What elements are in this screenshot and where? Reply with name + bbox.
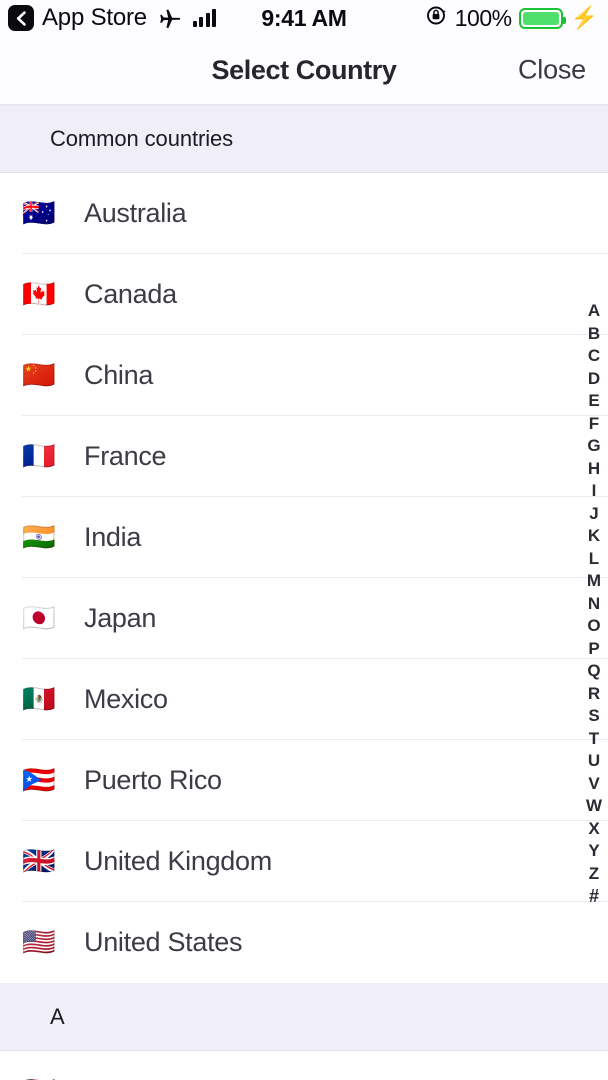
country-name: Puerto Rico [84,765,222,795]
airplane-mode-icon [157,7,181,29]
back-app-label[interactable]: App Store [42,4,147,32]
status-bar-right: 100% ⚡ [425,4,598,32]
list-item[interactable]: 🇬🇧 United Kingdom [0,821,608,902]
alpha-index-u[interactable]: U [580,750,608,773]
alpha-index-w[interactable]: W [580,795,608,818]
flag-japan: 🇯🇵 [22,603,56,633]
flag-china: 🇨🇳 [22,360,56,390]
alpha-index-n[interactable]: N [580,593,608,616]
country-name: Australia [84,198,187,228]
alpha-index-g[interactable]: G [580,435,608,458]
alpha-index-j[interactable]: J [580,503,608,526]
country-name: Afghanistan [84,1076,224,1080]
country-name: Mexico [84,684,168,714]
country-name: China [84,360,154,390]
battery-percent-label: 100% [454,4,512,31]
alpha-index-s[interactable]: S [580,705,608,728]
country-name: United Kingdom [84,846,272,876]
flag-united-states: 🇺🇸 [22,927,56,957]
alpha-index-q[interactable]: Q [580,660,608,683]
flag-india: 🇮🇳 [22,522,56,552]
list-item[interactable]: 🇮🇳 India [0,497,608,578]
cellular-signal-icon [192,9,217,27]
alpha-index-b[interactable]: B [580,323,608,346]
alpha-index-o[interactable]: O [580,615,608,638]
list-item[interactable]: 🇦🇫 Afghanistan [0,1051,608,1080]
alpha-index-v[interactable]: V [580,773,608,796]
list-item[interactable]: 🇫🇷 France [0,416,608,497]
alpha-index-d[interactable]: D [580,368,608,391]
section-header-label: Common countries [50,126,234,151]
clock-time: 9:41 AM [261,4,347,31]
alpha-index-h[interactable]: H [580,458,608,481]
list-item[interactable]: 🇺🇸 United States [0,902,608,983]
flag-puerto-rico: 🇵🇷 [22,765,56,795]
status-bar-left: App Store [8,4,217,32]
flag-france: 🇫🇷 [22,441,56,471]
navigation-bar: Select Country Close [0,36,608,105]
list-item[interactable]: 🇨🇳 China [0,335,608,416]
alpha-index-r[interactable]: R [580,683,608,706]
back-to-app-store-button[interactable] [8,5,34,31]
flag-australia: 🇦🇺 [22,198,56,228]
alpha-index-i[interactable]: I [580,480,608,503]
lightning-bolt-icon: ⚡ [570,5,598,30]
chevron-left-icon [16,10,26,26]
country-name: India [84,522,142,552]
country-name: Canada [84,279,177,309]
alpha-index-e[interactable]: E [580,390,608,413]
section-header-common: Common countries [0,105,608,173]
list-item[interactable]: 🇲🇽 Mexico [0,659,608,740]
flag-canada: 🇨🇦 [22,279,56,309]
country-name: United States [84,927,243,957]
list-item[interactable]: 🇨🇦 Canada [0,254,608,335]
alpha-index-t[interactable]: T [580,728,608,751]
alpha-index-c[interactable]: C [580,345,608,368]
alpha-index-x[interactable]: X [580,818,608,841]
list-item[interactable]: 🇵🇷 Puerto Rico [0,740,608,821]
flag-united-kingdom: 🇬🇧 [22,846,56,876]
country-picker-screen: App Store 9:41 AM 100% ⚡ Select Country … [0,0,608,1080]
alpha-index-hash[interactable]: # [580,885,608,908]
section-header-label: A [50,1003,65,1029]
alpha-index-a[interactable]: A [580,300,608,323]
close-button[interactable]: Close [518,55,586,86]
alpha-index-p[interactable]: P [580,638,608,661]
status-bar: App Store 9:41 AM 100% ⚡ [0,0,608,36]
country-name: France [84,441,167,471]
country-name: Japan [84,603,157,633]
list-item[interactable]: 🇦🇺 Australia [0,173,608,254]
flag-mexico: 🇲🇽 [22,684,56,714]
page-title: Select Country [211,54,397,85]
alpha-index-k[interactable]: K [580,525,608,548]
section-header-a: A [0,983,608,1051]
alpha-index-y[interactable]: Y [580,840,608,863]
alpha-index-m[interactable]: M [580,570,608,593]
alpha-index-l[interactable]: L [580,548,608,571]
battery-full-icon [518,7,566,29]
country-list[interactable]: Common countries 🇦🇺 Australia 🇨🇦 Canada … [0,105,608,1080]
alpha-index-z[interactable]: Z [580,863,608,886]
list-item[interactable]: 🇯🇵 Japan [0,578,608,659]
alpha-index-f[interactable]: F [580,413,608,436]
rotation-lock-icon [425,4,448,32]
alphabet-index[interactable]: A B C D E F G H I J K L M N O P Q R S T U V W X Y Z # [580,300,608,908]
